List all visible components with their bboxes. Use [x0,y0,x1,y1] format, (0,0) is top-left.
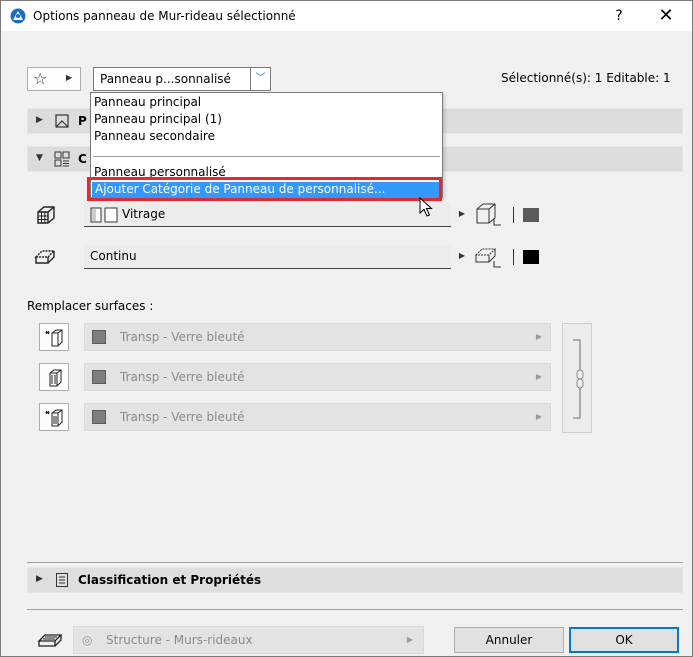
triangle-right-icon: ▶ [535,372,542,381]
dropdown-item[interactable]: Panneau secondaire [94,129,215,143]
triangle-right-icon: ▶ [406,635,413,644]
title-bar: Options panneau de Mur-rideau sélectionn… [1,1,692,31]
surface-override-toggle[interactable] [39,363,69,391]
panel-geometry-icon [55,114,69,128]
frame-settings-icon[interactable] [473,243,503,269]
favorites-button[interactable]: ☆ ▶ [27,67,81,91]
divider [513,207,514,223]
selection-info: Sélectionné(s): 1 Editable: 1 [501,71,671,85]
preset-value: Panneau p...sonnalisé [100,72,231,86]
surface-swatch [92,410,106,424]
layer-select[interactable]: ◎ Structure - Murs-rideaux ▶ [73,626,424,654]
triangle-right-icon: ▶ [458,251,465,260]
panel-frame-select[interactable]: Continu ▶ [84,245,465,269]
dropdown-item[interactable]: Panneau principal (1) [94,112,222,126]
layer-value: Structure - Murs-rideaux [106,633,253,647]
surface-front-icon [45,329,63,347]
dropdown-separator [93,156,440,157]
star-icon: ☆ [33,69,48,88]
surface-select[interactable]: Transp - Verre bleuté ▶ [84,363,551,391]
triangle-right-icon: ▶ [36,115,43,125]
link-surfaces-button[interactable] [562,323,592,433]
triangle-right-icon: ▶ [36,574,43,584]
section-classification-header[interactable]: ▶ Classification et Propriétés [27,567,683,593]
panel-type-select[interactable]: Vitrage ▶ [84,203,465,227]
section-label: C [78,152,87,166]
dialog-window: Options panneau de Mur-rideau sélectionn… [0,0,693,657]
triangle-right-icon: ▶ [66,73,73,82]
eye-icon: ◎ [82,633,93,647]
surface-swatch [92,370,106,384]
panel-frame-settings-icon[interactable] [473,201,503,227]
surface-edge-icon [49,369,62,387]
panel-category-icon [54,151,70,167]
triangle-right-icon: ▶ [458,209,465,218]
surface-value: Transp - Verre bleuté [120,410,245,424]
surface-value: Transp - Verre bleuté [120,330,245,344]
panel-frame-icon [34,250,56,264]
surface-value: Transp - Verre bleuté [120,370,245,384]
archicad-app-icon [10,8,26,24]
pen-color-swatch[interactable] [523,208,539,222]
surface-select[interactable]: Transp - Verre bleuté ▶ [84,323,551,351]
dropdown-item[interactable]: Panneau principal [94,95,201,109]
glazing-panel-icon [90,207,118,223]
document-list-icon [56,573,68,587]
cancel-button[interactable]: Annuler [454,627,564,653]
ok-button[interactable]: OK [569,627,679,653]
triangle-right-icon: ▶ [535,332,542,341]
triangle-down-icon: ▼ [36,153,43,163]
triangle-right-icon: ▶ [535,412,542,421]
panel-frame-value: Continu [90,249,137,263]
panel-preset-select[interactable]: Panneau p...sonnalisé ﹀ [93,67,271,91]
surface-override-toggle[interactable] [39,323,69,351]
panel-type-value: Vitrage [122,207,166,221]
surface-swatch [92,330,106,344]
pen-color-swatch[interactable] [523,250,539,264]
divider [27,609,683,610]
close-button[interactable]: ✕ [651,5,681,27]
panel-type-icon [37,206,55,224]
help-button[interactable]: ? [606,5,632,27]
surface-back-icon [45,409,63,427]
section-label: P [78,114,87,128]
surface-select[interactable]: Transp - Verre bleuté ▶ [84,403,551,431]
mouse-cursor-icon [419,197,433,217]
surface-override-toggle[interactable] [39,403,69,431]
annotation-highlight-box [87,177,442,201]
layer-icon [37,634,63,647]
section-label: Classification et Propriétés [78,573,262,587]
window-title: Options panneau de Mur-rideau sélectionn… [33,9,296,23]
divider [513,249,514,265]
chain-link-icon [573,339,584,419]
divider [27,562,683,563]
override-surfaces-label: Remplacer surfaces : [27,299,154,313]
chevron-down-icon[interactable]: ﹀ [250,68,270,90]
